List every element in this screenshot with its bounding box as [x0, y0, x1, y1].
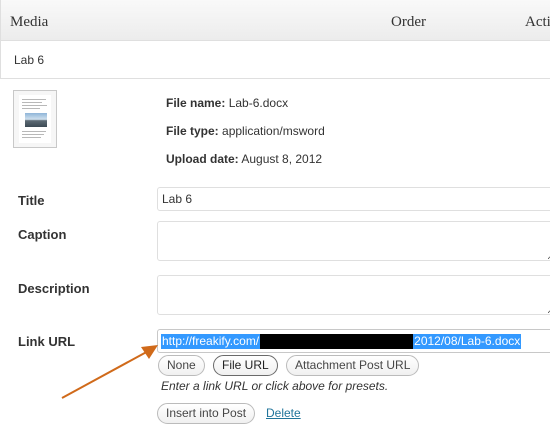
link-url-suffix: 2012/08/Lab-6.docx — [413, 334, 522, 349]
arrow-shaft — [61, 348, 153, 399]
redaction-bar — [260, 334, 414, 349]
insert-into-post-button[interactable]: Insert into Post — [157, 403, 256, 424]
document-text-line — [22, 99, 46, 100]
document-text-line — [22, 105, 47, 106]
description-input[interactable] — [157, 275, 550, 315]
column-header-actions: Acti — [525, 14, 550, 30]
file-type-row: File type: application/msword — [166, 124, 325, 138]
document-text-line — [22, 131, 46, 132]
link-url-hint: Enter a link URL or click above for pres… — [161, 379, 389, 393]
upload-date-value: August 8, 2012 — [241, 152, 323, 166]
document-text-line — [22, 134, 44, 135]
link-url-input[interactable]: http://freakify.com/2012/08/Lab-6.docx — [157, 329, 550, 353]
link-url-label: Link URL — [18, 334, 76, 349]
caption-label: Caption — [18, 227, 67, 242]
title-input[interactable] — [157, 187, 550, 211]
column-header-media[interactable]: Media — [10, 14, 48, 31]
arrow-head — [141, 345, 158, 359]
file-name-row: File name: Lab-6.docx — [166, 96, 288, 110]
document-icon — [19, 95, 51, 143]
link-url-selection: http://freakify.com/2012/08/Lab-6.docx — [161, 334, 522, 349]
document-text-line — [22, 108, 40, 109]
upload-date-label: Upload date: — [166, 152, 239, 166]
column-header-order[interactable]: Order — [391, 14, 426, 31]
document-text-line — [22, 137, 41, 138]
file-name-value: Lab-6.docx — [228, 96, 289, 110]
file-type-value: application/msword — [222, 124, 325, 138]
title-label: Title — [18, 193, 45, 208]
document-text-line — [22, 102, 42, 103]
file-url-button[interactable]: File URL — [213, 355, 278, 376]
file-name-label: File name: — [166, 96, 226, 110]
media-item-title: Lab 6 — [14, 53, 45, 67]
document-image-icon — [25, 113, 47, 127]
description-label: Description — [18, 281, 90, 296]
media-table-header: Media Order Acti — [0, 0, 550, 41]
upload-date-row: Upload date: August 8, 2012 — [166, 152, 322, 166]
caption-input[interactable] — [157, 221, 550, 261]
file-type-label: File type: — [166, 124, 219, 138]
media-item-bar[interactable]: Lab 6 — [0, 41, 550, 79]
attachment-post-url-button[interactable]: Attachment Post URL — [286, 355, 420, 376]
document-thumbnail — [13, 90, 57, 148]
none-button[interactable]: None — [158, 355, 205, 376]
link-url-prefix: http://freakify.com/ — [161, 334, 261, 349]
media-item-panel: Media Order Acti Lab 6 File name: Lab-6.… — [0, 0, 550, 434]
delete-link[interactable]: Delete — [266, 406, 301, 420]
